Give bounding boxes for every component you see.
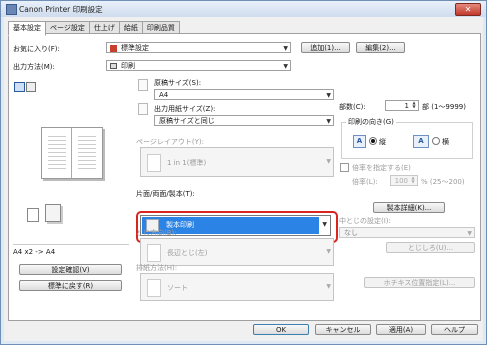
paper-feed-icon <box>27 208 39 222</box>
title-bar: Canon Printer 印刷設定 ✕ <box>1 1 486 17</box>
output-paper-value: 原稿サイズと同じ <box>159 117 215 125</box>
sort-icon <box>147 279 161 297</box>
window-title: Canon Printer 印刷設定 <box>19 5 103 14</box>
output-order-value: ソート <box>167 284 188 292</box>
edit-favorite-button[interactable]: 編集(2)... <box>356 42 405 53</box>
check-settings-button[interactable]: 設定確認(V) <box>19 264 122 275</box>
binding-value: 長辺とじ(左) <box>167 249 208 257</box>
favorites-value: 標準設定 <box>121 44 149 52</box>
add-favorite-button[interactable]: 追加(1)... <box>301 42 350 53</box>
output-order-select[interactable]: ソート ▼ <box>140 273 334 301</box>
chevron-down-icon: ▼ <box>326 118 331 125</box>
chevron-down-icon: ▼ <box>322 221 327 228</box>
portrait-radio[interactable] <box>369 137 377 145</box>
page-layout-value: 1 in 1(標準) <box>167 159 207 167</box>
print-style-label: 片面/両面/製本(T): <box>136 190 195 198</box>
binding-label: とじ方向(B): <box>136 229 177 237</box>
original-size-select[interactable]: A4 ▼ <box>154 89 334 100</box>
spin-arrows-icon[interactable]: ▲ ▼ <box>411 101 417 110</box>
orientation-label: 印刷の向き(G) <box>346 117 396 127</box>
original-size-icon <box>138 79 148 91</box>
output-method-label: 出力方法(M): <box>13 63 55 71</box>
chevron-down-icon: ▼ <box>326 158 331 165</box>
portrait-icon: A <box>353 135 366 148</box>
apply-button[interactable]: 適用(A) <box>376 324 426 335</box>
chevron-down-icon: ▼ <box>283 45 288 52</box>
booklet-details-button[interactable]: 製本詳細(K)... <box>373 202 445 213</box>
chevron-down-icon: ▼ <box>326 283 331 290</box>
scale-value: 100 <box>394 177 408 185</box>
output-paper-icon <box>138 103 148 115</box>
help-button[interactable]: ヘルプ <box>431 324 478 335</box>
printer-small-icon <box>110 63 117 69</box>
chevron-down-icon: ▼ <box>326 92 331 99</box>
close-button[interactable]: ✕ <box>455 3 481 16</box>
scale-range: % (25〜200) <box>421 178 465 186</box>
copies-range: 部 (1〜9999) <box>422 103 466 111</box>
booklet-preview-image <box>41 127 103 179</box>
preview-mode-icon[interactable] <box>14 82 25 92</box>
scale-check-label: 倍率を指定する(E) <box>352 164 411 172</box>
page-layout-label: ページレイアウト(Y): <box>136 138 204 146</box>
printer-settings-window: Canon Printer 印刷設定 ✕ 基本設定 ページ設定 仕上げ 給紙 印… <box>0 0 487 345</box>
copies-stepper[interactable]: 1 ▲ ▼ <box>385 100 419 111</box>
chevron-down-icon: ▼ <box>467 230 472 237</box>
spin-arrows-icon[interactable]: ▲ ▼ <box>410 176 416 185</box>
ok-button[interactable]: OK <box>253 324 309 335</box>
preview-caption: A4 x2 -> A4 <box>13 248 56 256</box>
dialog-body: 基本設定 ページ設定 仕上げ 給紙 印刷品質 お気に入り(F): 標準設定 ▼ … <box>4 17 483 341</box>
chevron-down-icon: ▼ <box>283 63 288 70</box>
printer-icon <box>6 4 17 15</box>
restore-defaults-button[interactable]: 標準に戻す(R) <box>19 280 122 291</box>
scale-stepper[interactable]: 100 ▲ ▼ <box>390 175 418 186</box>
landscape-label: 横 <box>442 138 449 146</box>
portrait-label: 縦 <box>379 138 386 146</box>
gutter-value: なし <box>344 229 358 237</box>
staple-position-button[interactable]: ホチキス位置指定(L)... <box>364 277 475 288</box>
cancel-button[interactable]: キャンセル <box>315 324 371 335</box>
copies-value: 1 <box>404 102 409 110</box>
copies-label: 部数(C): <box>339 103 366 111</box>
favorites-label: お気に入り(F): <box>13 45 60 53</box>
favorites-select[interactable]: 標準設定 ▼ <box>106 42 291 53</box>
tab-basic-settings[interactable]: 基本設定 <box>8 21 46 36</box>
original-size-value: A4 <box>159 91 169 99</box>
preview-pane <box>13 81 129 261</box>
paper-output-icon <box>45 204 61 222</box>
binding-icon <box>147 244 161 262</box>
gutter-label: 中とじの設定(I): <box>339 217 391 225</box>
output-order-label: 排紙方法(H): <box>136 264 178 272</box>
output-method-value: 印刷 <box>121 62 135 70</box>
preview-detail-icon[interactable] <box>26 82 36 92</box>
scale-label: 倍率(L): <box>352 178 378 186</box>
gutter-select[interactable]: なし ▼ <box>339 227 475 238</box>
landscape-radio[interactable] <box>432 137 440 145</box>
original-size-label: 原稿サイズ(S): <box>154 79 202 87</box>
binding-margin-button[interactable]: とじしろ(U)... <box>386 242 475 253</box>
chevron-down-icon: ▼ <box>326 248 331 255</box>
binding-select[interactable]: 長辺とじ(左) ▼ <box>140 238 334 266</box>
preview-divider <box>13 244 129 245</box>
tab-strip: 基本設定 ページ設定 仕上げ 給紙 印刷品質 <box>8 21 180 36</box>
page-layout-icon <box>147 154 161 172</box>
basic-settings-page: お気に入り(F): 標準設定 ▼ 追加(1)... 編集(2)... 出力方法(… <box>8 33 481 321</box>
output-paper-label: 出力用紙サイズ(Z): <box>154 105 216 113</box>
scale-checkbox[interactable] <box>340 163 349 172</box>
page-layout-select[interactable]: 1 in 1(標準) ▼ <box>140 147 334 177</box>
favorites-icon <box>110 45 117 52</box>
output-paper-select[interactable]: 原稿サイズと同じ ▼ <box>154 115 334 126</box>
output-method-select[interactable]: 印刷 ▼ <box>106 60 291 71</box>
landscape-icon: A <box>413 135 429 148</box>
